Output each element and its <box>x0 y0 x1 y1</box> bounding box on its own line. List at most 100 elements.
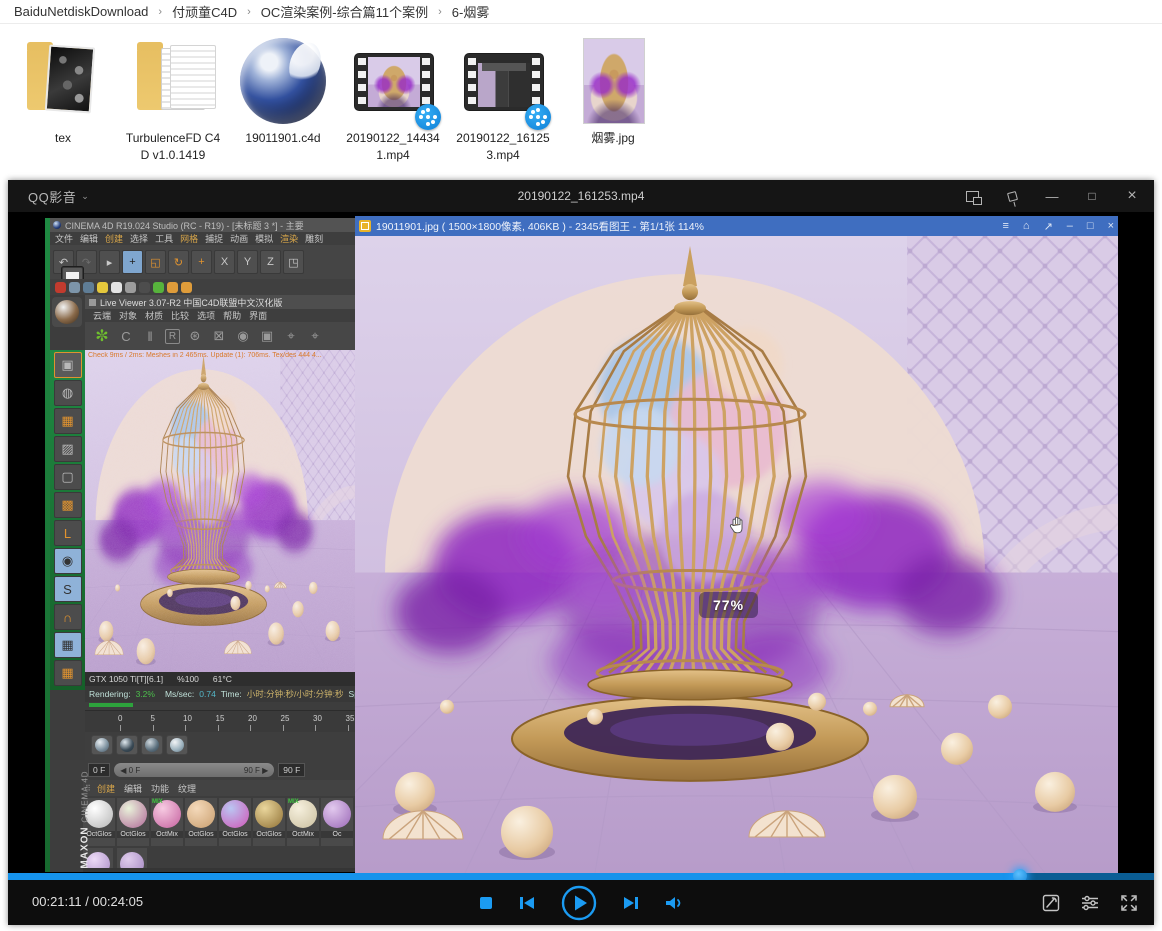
bell2-icon[interactable] <box>181 282 192 293</box>
coord-system-icon[interactable]: ◳ <box>283 250 304 274</box>
always-on-top-button[interactable] <box>1004 188 1020 204</box>
gear-icon[interactable]: ⊛ <box>186 327 204 345</box>
frame-range-slider[interactable]: ◀ 0 F 90 F ▶ <box>114 763 274 777</box>
material-thumbnail[interactable]: Oc <box>321 798 353 846</box>
c4d-menu-item[interactable]: 选择 <box>130 232 148 245</box>
file-turbulencefd-folder[interactable]: TurbulenceFD C4D v1.0.1419 <box>118 32 228 164</box>
bell-icon[interactable] <box>167 282 178 293</box>
material-thumbnail[interactable] <box>117 848 147 870</box>
fullscreen-icon[interactable]: ↗ <box>1044 220 1053 233</box>
material-thumbnail[interactable]: MIX OctMix <box>151 798 183 846</box>
file-video-2[interactable]: 20190122_161253.mp4 <box>448 32 558 164</box>
sphere-gray-icon[interactable] <box>125 282 136 293</box>
grid-lock-icon[interactable]: ▦ <box>54 632 82 658</box>
c4d-menu-item[interactable]: 编辑 <box>80 232 98 245</box>
sphere-half-icon[interactable] <box>69 282 80 293</box>
octane-live-viewport[interactable] <box>85 350 355 672</box>
pause-icon[interactable]: ‖ <box>141 327 159 345</box>
file-video-1[interactable]: 20190122_144341.mp4 <box>338 32 448 164</box>
stop-button[interactable] <box>479 896 493 910</box>
playlist-settings-button[interactable] <box>1080 894 1100 912</box>
focus-pick-icon[interactable]: ⌖ <box>282 327 300 345</box>
mouse-icon[interactable]: ◉ <box>54 548 82 574</box>
select-tool-icon[interactable]: ▸ <box>99 250 120 274</box>
c4d-menu-item[interactable]: 创建 <box>105 232 123 245</box>
file-tex-folder[interactable]: tex <box>8 32 118 164</box>
file-smoke-jpg[interactable]: 烟雾.jpg <box>558 32 668 164</box>
material-menu-item[interactable]: 纹理 <box>178 782 196 795</box>
mini-mode-button[interactable] <box>964 188 980 204</box>
sun-icon[interactable] <box>97 282 108 293</box>
breadcrumb-item[interactable]: BaiduNetdiskDownload› <box>14 4 172 19</box>
cube-primitive-icon[interactable]: ▣ <box>54 352 82 378</box>
material-menu-item[interactable]: 创建 <box>97 782 115 795</box>
key-sphere-button[interactable] <box>141 735 163 755</box>
last-tool-icon[interactable]: + <box>191 250 212 274</box>
c4d-menu-item[interactable]: 捕捉 <box>205 232 223 245</box>
home-icon[interactable]: ⌂ <box>1023 220 1030 232</box>
material-thumbnail[interactable]: OctGlos <box>185 798 217 846</box>
breadcrumb-item[interactable]: OC渲染案例-综合篇11个案例› <box>261 2 452 21</box>
cube-points-icon[interactable]: ▨ <box>54 436 82 462</box>
breadcrumb-item[interactable]: 6-烟雾› <box>452 2 490 21</box>
maximize-icon[interactable]: □ <box>1087 220 1094 232</box>
z-axis-icon[interactable]: Z <box>260 250 281 274</box>
app-menu-button[interactable]: QQ影音⌄ <box>28 187 89 206</box>
live-viewer-menu-item[interactable]: 对象 <box>119 309 137 322</box>
restart-icon[interactable]: R <box>165 329 180 344</box>
sphere-dark-icon[interactable] <box>139 282 150 293</box>
seek-bar[interactable] <box>8 873 1154 880</box>
video-display-area[interactable]: CINEMA 4D R19.024 Studio (RC - R19) - [未… <box>8 212 1154 873</box>
breadcrumb-item[interactable]: 付顽童C4D› <box>172 2 261 21</box>
material-menu-item[interactable]: 编辑 <box>124 782 142 795</box>
material-pick-icon[interactable]: ⌖ <box>306 327 324 345</box>
live-viewer-menu-item[interactable]: 帮助 <box>223 309 241 322</box>
refresh-icon[interactable]: C <box>117 327 135 345</box>
material-thumbnail[interactable]: OctGlos <box>219 798 251 846</box>
live-viewer-menu-item[interactable]: 比较 <box>171 309 189 322</box>
live-viewer-menu-item[interactable]: 材质 <box>145 309 163 322</box>
fullscreen-button[interactable] <box>1120 894 1138 912</box>
key-sphere-button[interactable] <box>91 735 113 755</box>
next-button[interactable] <box>623 896 639 910</box>
magnet-icon[interactable]: ∩ <box>54 604 82 630</box>
rotate-tool-icon[interactable]: ↻ <box>168 250 189 274</box>
viewer-image[interactable]: 77% <box>355 236 1118 873</box>
material-menu-item[interactable]: 功能 <box>151 782 169 795</box>
y-axis-icon[interactable]: Y <box>237 250 258 274</box>
player-titlebar[interactable]: QQ影音⌄ 20190122_161253.mp4 — □ × <box>8 180 1154 212</box>
c4d-menu-item[interactable]: 工具 <box>155 232 173 245</box>
key-sphere-button[interactable] <box>166 735 188 755</box>
material-thumbnail[interactable]: MIX OctMix <box>287 798 319 846</box>
c4d-menu-item[interactable]: 渲染 <box>280 232 298 245</box>
region-render-icon[interactable]: ▣ <box>258 327 276 345</box>
live-viewer-menu-item[interactable]: 选项 <box>197 309 215 322</box>
c4d-menu-item[interactable]: 文件 <box>55 232 73 245</box>
record-icon[interactable] <box>55 282 66 293</box>
material-ball-icon[interactable]: ◉ <box>234 327 252 345</box>
live-viewer-menu-item[interactable]: 云端 <box>93 309 111 322</box>
play-button[interactable] <box>561 885 597 921</box>
toolbox-button[interactable] <box>1042 894 1060 912</box>
material-thumbnail[interactable]: OctGlos <box>117 798 149 846</box>
c4d-menu-item[interactable]: 动画 <box>230 232 248 245</box>
c4d-hand-tool-icon[interactable] <box>52 297 82 327</box>
subdivision-icon[interactable]: S <box>54 576 82 602</box>
sphere-half2-icon[interactable] <box>83 282 94 293</box>
move-tool-icon[interactable]: + <box>122 250 143 274</box>
maximize-button[interactable]: □ <box>1084 188 1100 204</box>
c4d-menu-item[interactable]: 网格 <box>180 232 198 245</box>
live-viewer-menu-item[interactable]: 界面 <box>249 309 267 322</box>
menu-icon[interactable]: ≡ <box>1002 220 1008 232</box>
plane-icon[interactable]: ▦ <box>54 408 82 434</box>
spline-icon[interactable]: L <box>54 520 82 546</box>
c4d-menu-item[interactable]: 模拟 <box>255 232 273 245</box>
x-axis-icon[interactable]: X <box>214 250 235 274</box>
minimize-button[interactable]: — <box>1044 188 1060 204</box>
close-icon[interactable]: × <box>1108 220 1114 232</box>
cube-solid-icon[interactable]: ▩ <box>54 492 82 518</box>
frame-start-field[interactable]: 0 F <box>88 763 110 777</box>
previous-button[interactable] <box>519 896 535 910</box>
volume-button[interactable] <box>665 896 683 910</box>
timeline-ruler[interactable]: 05101520253035 <box>85 710 355 732</box>
